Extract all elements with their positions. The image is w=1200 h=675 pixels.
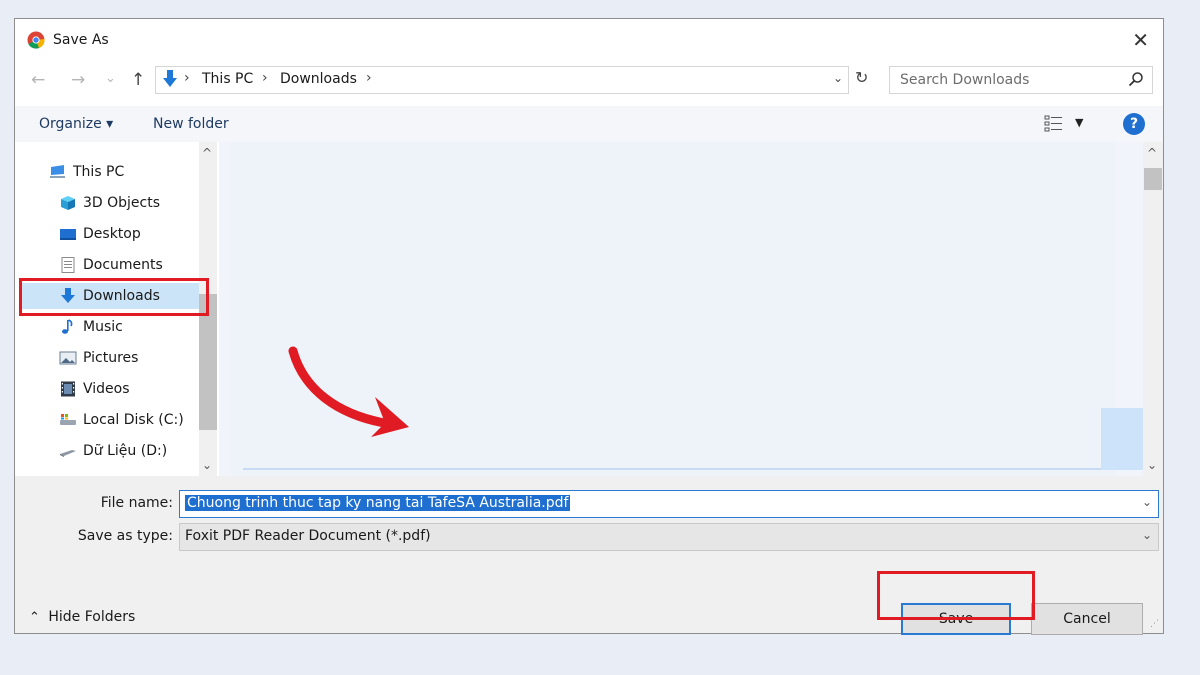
forward-button[interactable]: →: [71, 70, 85, 90]
address-dropdown-icon[interactable]: ⌄: [833, 71, 843, 85]
file-name-input[interactable]: Chuong trinh thuc tap ky nang tai TafeSA…: [179, 490, 1159, 518]
new-folder-button[interactable]: New folder: [153, 116, 229, 132]
sidebar-item-data-d[interactable]: Dữ Liệu (D:): [59, 438, 199, 464]
view-dropdown-icon[interactable]: ▼: [1075, 116, 1083, 129]
breadcrumb-separator: ›: [366, 70, 372, 86]
sidebar-item-label: Videos: [83, 381, 130, 397]
sidebar-item-label: This PC: [73, 164, 125, 180]
sidebar-item-videos[interactable]: Videos: [59, 376, 199, 402]
chrome-icon: [27, 31, 45, 49]
sidebar-item-desktop[interactable]: Desktop: [59, 221, 199, 247]
navigation-pane: This PC 3D Objects Desktop Documents Dow…: [15, 142, 219, 476]
command-toolbar: Organize ▾ New folder ▼ ?: [15, 106, 1163, 142]
refresh-icon[interactable]: ↻: [855, 68, 868, 87]
sidebar-item-3d-objects[interactable]: 3D Objects: [59, 190, 199, 216]
sidebar-item-label: Downloads: [83, 288, 160, 304]
selection-highlight: [1101, 408, 1143, 470]
breadcrumb-separator: ›: [184, 70, 190, 86]
breadcrumb-separator: ›: [262, 70, 268, 86]
resize-grip-icon[interactable]: ⋰: [1150, 619, 1159, 629]
scrollbar-thumb[interactable]: [1144, 168, 1162, 190]
save-form: File name: Chuong trinh thuc tap ky nang…: [15, 476, 1163, 635]
cube-icon: [61, 196, 75, 210]
sidebar-item-label: Local Disk (C:): [83, 412, 184, 428]
sidebar-item-label: Documents: [83, 257, 163, 273]
sidebar-item-music[interactable]: Music: [59, 314, 199, 340]
search-placeholder: Search Downloads: [900, 72, 1030, 88]
scroll-up-icon[interactable]: ^: [1147, 146, 1157, 160]
chevron-down-icon[interactable]: ⌄: [1142, 495, 1152, 509]
search-input[interactable]: Search Downloads: [889, 66, 1153, 94]
scrollbar-thumb[interactable]: [199, 294, 217, 430]
search-icon: [1128, 72, 1143, 87]
hide-folders-label: Hide Folders: [48, 609, 136, 625]
sidebar-item-pictures[interactable]: Pictures: [59, 345, 199, 371]
scroll-up-icon[interactable]: ^: [202, 146, 212, 160]
annotation-arrow-icon: [288, 346, 409, 437]
back-button[interactable]: ←: [31, 70, 45, 90]
sidebar-item-label: Desktop: [83, 226, 141, 242]
close-button[interactable]: ✕: [1132, 28, 1149, 52]
videos-icon: [61, 381, 75, 397]
drive-icon: [60, 450, 76, 457]
navigation-scrollbar[interactable]: ^ ⌄: [199, 142, 217, 476]
sidebar-item-label: Music: [83, 319, 123, 335]
documents-icon: [61, 257, 75, 273]
save-as-type-value: Foxit PDF Reader Document (*.pdf): [185, 528, 431, 544]
list-divider: [243, 468, 1129, 470]
download-icon: [163, 70, 177, 87]
chevron-down-icon[interactable]: ⌄: [1142, 528, 1152, 542]
scroll-down-icon[interactable]: ⌄: [202, 458, 212, 472]
sidebar-item-local-disk-c[interactable]: Local Disk (C:): [59, 407, 199, 433]
sidebar-item-this-pc[interactable]: This PC: [49, 159, 199, 185]
sidebar-item-label: Dữ Liệu (D:): [83, 443, 168, 459]
download-icon: [61, 288, 75, 303]
sidebar-item-documents[interactable]: Documents: [59, 252, 199, 278]
recent-locations-button[interactable]: ⌄: [105, 71, 116, 86]
file-name-value: Chuong trinh thuc tap ky nang tai TafeSA…: [185, 495, 571, 511]
address-bar[interactable]: › This PC › Downloads ›: [155, 66, 849, 94]
save-as-dialog: Save As ✕ ← → ⌄ ↑ › This PC › Downloads …: [14, 18, 1164, 635]
scroll-down-icon[interactable]: ⌄: [1147, 458, 1157, 472]
cancel-button[interactable]: Cancel: [1031, 603, 1143, 635]
desktop-icon: [60, 229, 76, 240]
up-button[interactable]: ↑: [131, 70, 145, 90]
save-as-type-label: Save as type:: [77, 528, 173, 544]
navigation-bar: ← → ⌄ ↑ › This PC › Downloads › ⌄ ↻ Sear…: [15, 63, 1163, 99]
file-name-label: File name:: [100, 495, 173, 511]
title-bar: Save As ✕: [15, 19, 1163, 61]
hide-folders-button[interactable]: ⌃ Hide Folders: [29, 609, 135, 625]
view-options-icon[interactable]: [1044, 114, 1064, 134]
save-button[interactable]: Save: [901, 603, 1011, 635]
sidebar-item-downloads[interactable]: Downloads: [21, 283, 199, 309]
breadcrumb-downloads[interactable]: Downloads: [280, 71, 357, 87]
drive-icon: [60, 414, 76, 425]
window-title: Save As: [53, 32, 109, 48]
music-icon: [62, 319, 73, 334]
computer-icon: [50, 165, 65, 178]
sidebar-item-label: Pictures: [83, 350, 139, 366]
pictures-icon: [59, 351, 77, 365]
file-list-scrollbar[interactable]: ^ ⌄: [1143, 142, 1163, 476]
organize-menu[interactable]: Organize ▾: [39, 116, 113, 132]
breadcrumb-this-pc[interactable]: This PC: [202, 71, 253, 87]
sidebar-item-label: 3D Objects: [83, 195, 161, 211]
save-as-type-select[interactable]: Foxit PDF Reader Document (*.pdf) ⌄: [179, 523, 1159, 551]
help-icon[interactable]: ?: [1123, 113, 1145, 135]
chevron-up-icon: ⌃: [29, 610, 40, 625]
